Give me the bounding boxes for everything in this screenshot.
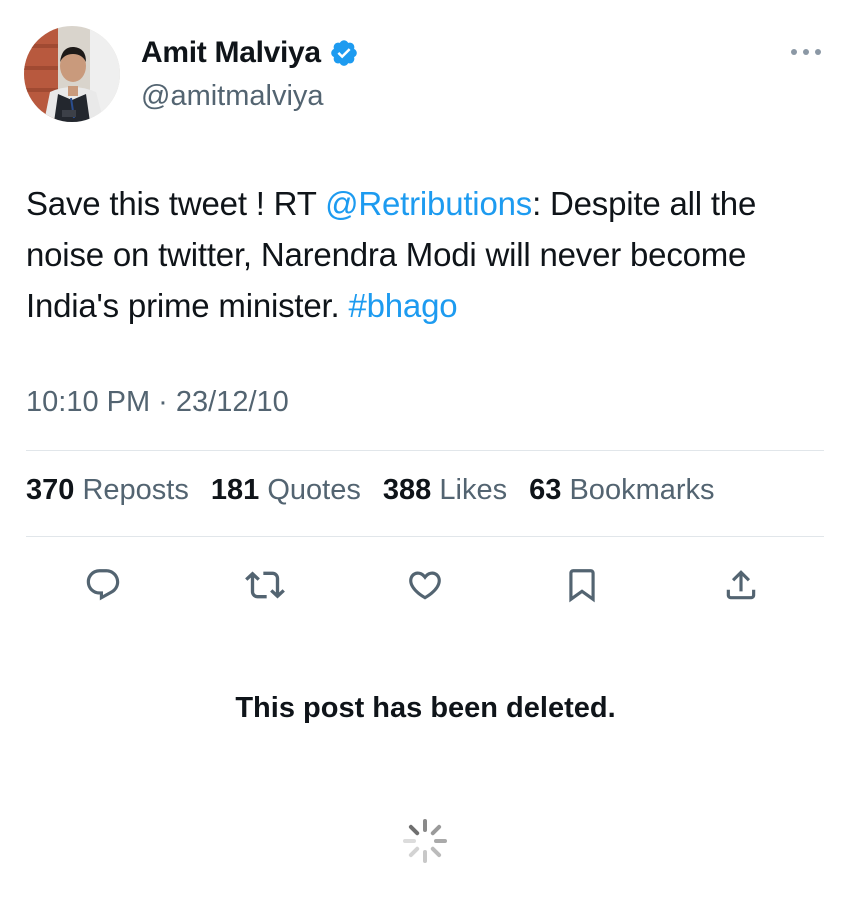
stat-count: 388 bbox=[382, 474, 432, 506]
verified-badge-icon bbox=[329, 38, 359, 68]
action-bar bbox=[0, 560, 851, 610]
stat-label: Bookmarks bbox=[569, 474, 715, 506]
stat-bookmarks[interactable]: 63 Bookmarks bbox=[529, 474, 714, 506]
stat-quotes[interactable]: 181 Quotes bbox=[211, 474, 361, 506]
author-handle[interactable]: @amitmalviya bbox=[141, 80, 324, 113]
engagement-stats: 370 Reposts 181 Quotes 388 Likes 63 Book… bbox=[26, 474, 729, 507]
author-name-row: Amit Malviya bbox=[141, 36, 359, 70]
stat-label: Likes bbox=[439, 474, 508, 506]
like-icon[interactable] bbox=[400, 560, 450, 610]
tweet-text-part: Save this tweet ! RT bbox=[26, 185, 326, 222]
stat-label: Quotes bbox=[267, 474, 361, 506]
stat-count: 370 bbox=[26, 474, 75, 506]
avatar-photo bbox=[24, 26, 120, 122]
hashtag-link[interactable]: #bhago bbox=[348, 287, 457, 324]
stat-likes[interactable]: 388 Likes bbox=[383, 474, 507, 506]
bookmark-icon[interactable] bbox=[557, 560, 607, 610]
stat-count: 63 bbox=[529, 474, 562, 506]
divider bbox=[26, 536, 824, 537]
stat-reposts[interactable]: 370 Reposts bbox=[26, 474, 189, 506]
reply-icon[interactable] bbox=[78, 560, 128, 610]
stat-count: 181 bbox=[210, 474, 260, 506]
stat-label: Reposts bbox=[82, 474, 189, 506]
tweet-text: Save this tweet ! RT @Retributions: Desp… bbox=[26, 178, 816, 331]
repost-icon[interactable] bbox=[240, 560, 290, 610]
author-display-name[interactable]: Amit Malviya bbox=[141, 36, 321, 70]
tweet-timestamp[interactable]: 10:10 PM · 23/12/10 bbox=[26, 386, 289, 419]
more-options-icon[interactable] bbox=[788, 40, 824, 64]
share-icon[interactable] bbox=[716, 560, 766, 610]
mention-link[interactable]: @Retributions bbox=[325, 185, 532, 222]
divider bbox=[26, 450, 824, 451]
avatar[interactable] bbox=[24, 26, 120, 122]
deleted-post-notice: This post has been deleted. bbox=[235, 692, 616, 724]
loading-spinner-icon bbox=[402, 818, 448, 864]
